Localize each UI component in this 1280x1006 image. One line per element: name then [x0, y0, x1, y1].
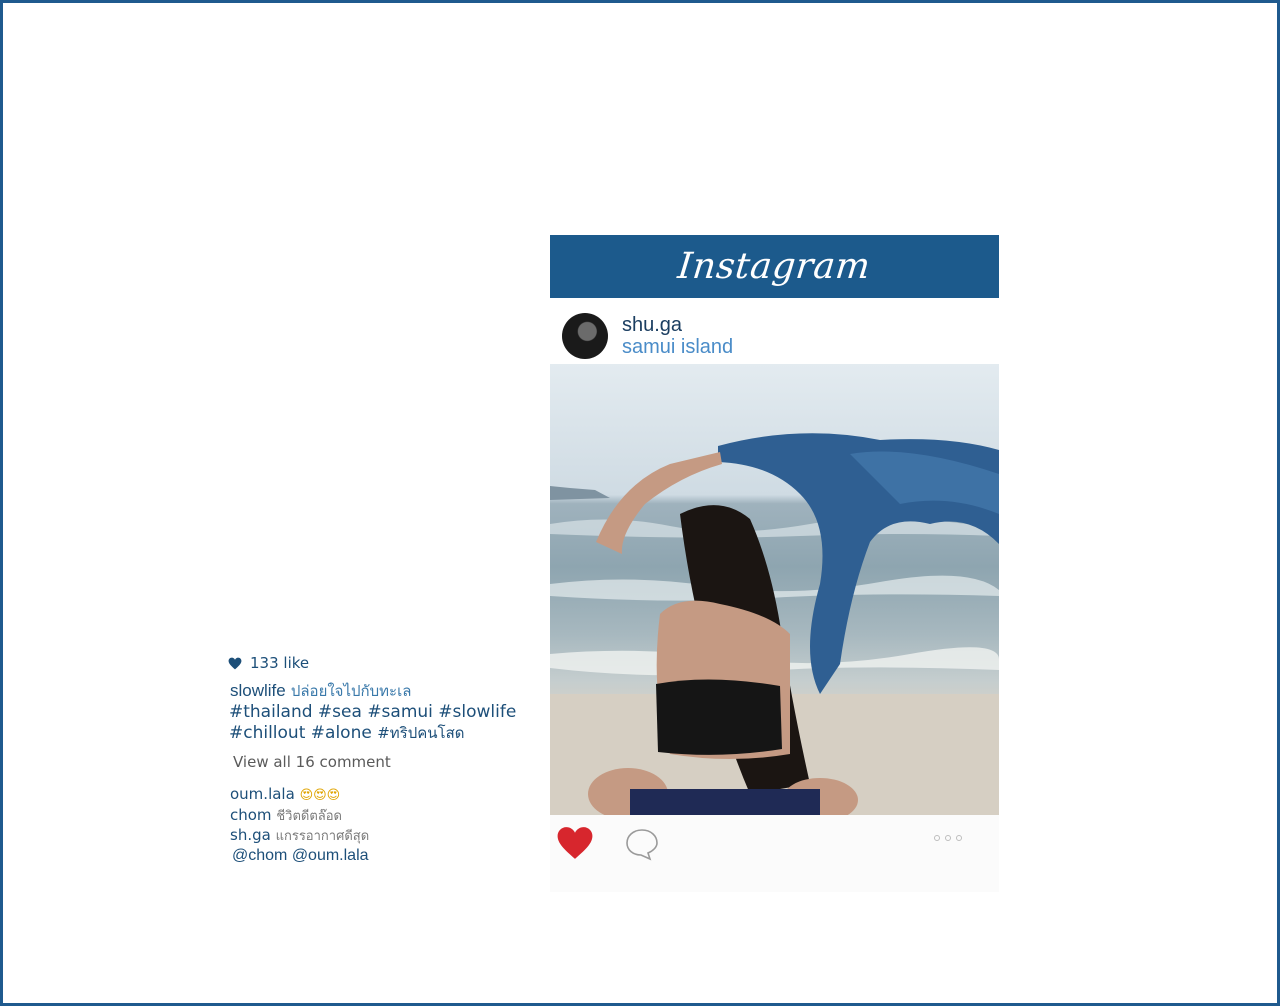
- more-dot: [945, 835, 951, 841]
- post-actions: [550, 815, 999, 892]
- beach-scene-illustration: [550, 433, 999, 815]
- comment-text: ชีวิตดีตล๊อด: [276, 808, 342, 824]
- heart-icon[interactable]: [556, 825, 594, 861]
- more-dot: [956, 835, 962, 841]
- mentions[interactable]: @chom @oum.lala: [232, 847, 528, 866]
- location[interactable]: samui island: [622, 336, 733, 358]
- caption-text: slowlife ปล่อยใจไปกับทะเล: [228, 680, 528, 702]
- post-profile: shu.ga samui island: [562, 313, 733, 359]
- instagram-logo: Instagram: [676, 246, 873, 287]
- more-icon[interactable]: [934, 835, 962, 841]
- more-dot: [934, 835, 940, 841]
- hashtags-1[interactable]: #thailand #sea #samui #slowlife: [229, 702, 516, 722]
- avatar[interactable]: [562, 313, 608, 359]
- hashtags-line-1: #thailand #sea #samui #slowlife: [229, 702, 528, 723]
- likes-count: 133 like: [250, 654, 310, 672]
- post-card: Instagram shu.ga samui island: [550, 235, 999, 892]
- hashtag-thai[interactable]: #ทริปคนโสด: [377, 724, 464, 742]
- comment-user[interactable]: sh.ga: [230, 826, 271, 844]
- small-heart-icon: [228, 657, 242, 669]
- comment-text: 😍😍😍: [299, 788, 341, 803]
- caption-author[interactable]: slowlife: [230, 681, 286, 700]
- post-photo: [550, 364, 999, 815]
- likes-row: 133 like: [228, 654, 528, 672]
- comment-item: oum.lala 😍😍😍: [230, 785, 528, 806]
- profile-info: shu.ga samui island: [622, 314, 733, 358]
- comment-item: sh.ga แกรรอากาศดีสุด: [230, 826, 528, 847]
- username[interactable]: shu.ga: [622, 314, 733, 336]
- comment-user[interactable]: chom: [230, 806, 272, 824]
- comment-list: oum.lala 😍😍😍 chom ชีวิตดีตล๊อด sh.ga แกร…: [228, 785, 528, 865]
- hashtags-line-2: #chillout #alone #ทริปคนโสด: [229, 723, 528, 744]
- post-caption: 133 like slowlife ปล่อยใจไปกับทะเล #thai…: [228, 654, 528, 865]
- view-all-comments-link[interactable]: View all 16 comment: [233, 753, 528, 771]
- comment-item: chom ชีวิตดีตล๊อด: [230, 806, 528, 827]
- comment-user[interactable]: oum.lala: [230, 785, 295, 803]
- caption-author-text: ปล่อยใจไปกับทะเล: [290, 682, 412, 700]
- comment-icon[interactable]: [624, 827, 660, 861]
- comment-text: แกรรอากาศดีสุด: [275, 829, 370, 844]
- hashtags-2[interactable]: #chillout #alone: [229, 723, 372, 743]
- instagram-header: Instagram: [550, 235, 999, 298]
